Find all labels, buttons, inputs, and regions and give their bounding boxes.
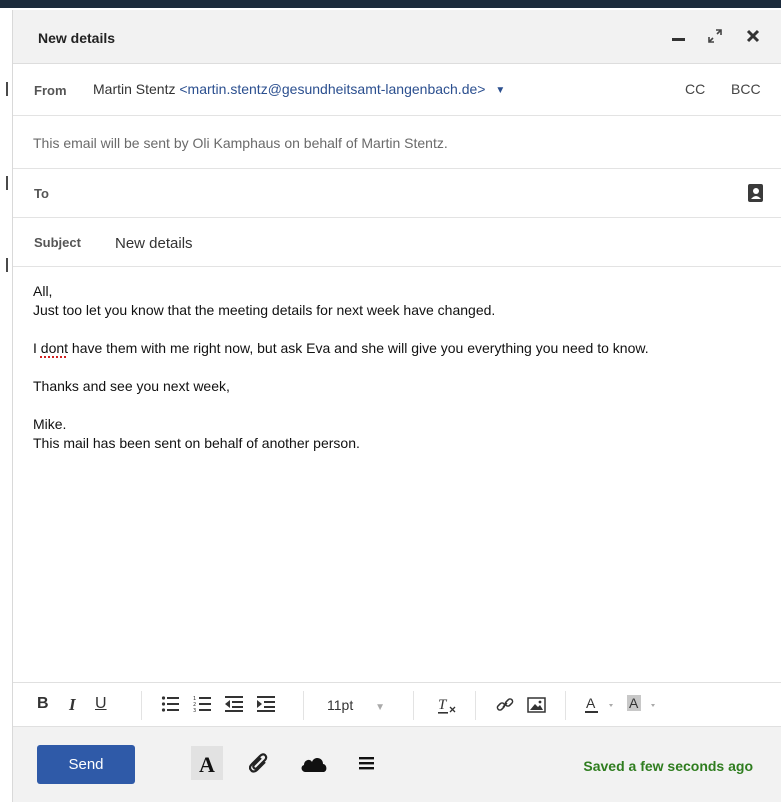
svg-text:T: T xyxy=(438,697,448,713)
link-icon[interactable] xyxy=(495,695,515,715)
toolbar-divider xyxy=(141,691,142,720)
cloud-icon[interactable] xyxy=(299,753,329,780)
outdent-icon[interactable] xyxy=(225,695,243,715)
toolbar-divider xyxy=(303,691,304,720)
expand-icon[interactable] xyxy=(703,24,727,48)
compose-window: New details From Martin Stentz <martin.s… xyxy=(12,10,781,802)
subject-input[interactable]: New details xyxy=(115,235,193,252)
to-row[interactable]: To xyxy=(13,169,781,218)
body-line: Just too let you know that the meeting d… xyxy=(33,302,496,318)
send-button[interactable]: Send xyxy=(37,745,135,784)
chevron-down-icon: ▼ xyxy=(375,702,386,713)
left-edge-tick xyxy=(6,82,8,96)
text-color-icon[interactable]: A xyxy=(585,695,623,715)
body-footer-line: This mail has been sent on behalf of ano… xyxy=(33,435,360,451)
window-title: New details xyxy=(38,30,116,46)
address-book-icon[interactable] xyxy=(747,183,765,208)
attachment-icon[interactable] xyxy=(248,753,271,780)
from-selector[interactable]: Martin Stentz <martin.stentz@gesundheits… xyxy=(93,81,505,97)
svg-text:A: A xyxy=(199,752,215,777)
from-row: From Martin Stentz <martin.stentz@gesund… xyxy=(13,64,781,116)
left-edge-tick xyxy=(6,258,8,272)
body-greeting: All, xyxy=(33,283,53,299)
subject-label: Subject xyxy=(34,235,81,250)
cc-button[interactable]: CC xyxy=(685,81,705,97)
to-label: To xyxy=(34,186,49,201)
toolbar-divider xyxy=(475,691,476,720)
more-options-icon[interactable] xyxy=(359,756,375,777)
from-name: Martin Stentz xyxy=(93,81,176,97)
formatting-toolbar: B I U 123 11pt ▼ T A A xyxy=(13,682,781,727)
misspelled-word[interactable]: dont xyxy=(41,340,68,356)
from-email: <martin.stentz@gesundheitsamt-langenbach… xyxy=(179,81,486,97)
bulleted-list-icon[interactable] xyxy=(161,695,179,715)
left-edge-tick xyxy=(6,176,8,190)
message-body[interactable]: All, Just too let you know that the meet… xyxy=(33,282,753,453)
minimize-icon[interactable] xyxy=(667,24,691,48)
insert-image-icon[interactable] xyxy=(527,695,547,715)
toolbar-divider xyxy=(413,691,414,720)
close-icon[interactable] xyxy=(741,24,765,48)
sender-notice: This email will be sent by Oli Kamphaus … xyxy=(33,135,448,151)
body-signature: Mike. xyxy=(33,416,67,432)
save-status: Saved a few seconds ago xyxy=(583,758,753,774)
subject-row[interactable]: Subject New details xyxy=(13,218,781,267)
body-line: I dont have them with me right now, but … xyxy=(33,340,649,356)
bcc-button[interactable]: BCC xyxy=(731,81,761,97)
top-edge-bar xyxy=(0,0,781,8)
compose-titlebar: New details xyxy=(13,10,781,64)
italic-button[interactable]: I xyxy=(69,695,76,715)
numbered-list-icon[interactable]: 123 xyxy=(193,695,211,715)
font-size-value: 11pt xyxy=(327,697,354,713)
indent-icon[interactable] xyxy=(257,695,275,715)
svg-text:3: 3 xyxy=(193,708,196,713)
formatting-toggle-icon[interactable]: A xyxy=(191,746,223,780)
font-size-select[interactable]: 11pt ▼ xyxy=(327,697,385,717)
compose-footer: Send A Saved a few seconds ago xyxy=(13,727,781,802)
svg-text:A: A xyxy=(629,695,639,711)
sender-notice-row: This email will be sent by Oli Kamphaus … xyxy=(13,116,781,169)
chevron-down-icon: ▼ xyxy=(495,84,506,96)
bold-button[interactable]: B xyxy=(37,695,49,715)
svg-text:A: A xyxy=(586,695,596,711)
clear-formatting-icon[interactable]: T xyxy=(437,695,457,715)
underline-button[interactable]: U xyxy=(95,695,107,715)
body-line: Thanks and see you next week, xyxy=(33,378,230,394)
toolbar-divider xyxy=(565,691,566,720)
highlight-color-icon[interactable]: A xyxy=(627,695,665,715)
from-label: From xyxy=(34,83,67,98)
